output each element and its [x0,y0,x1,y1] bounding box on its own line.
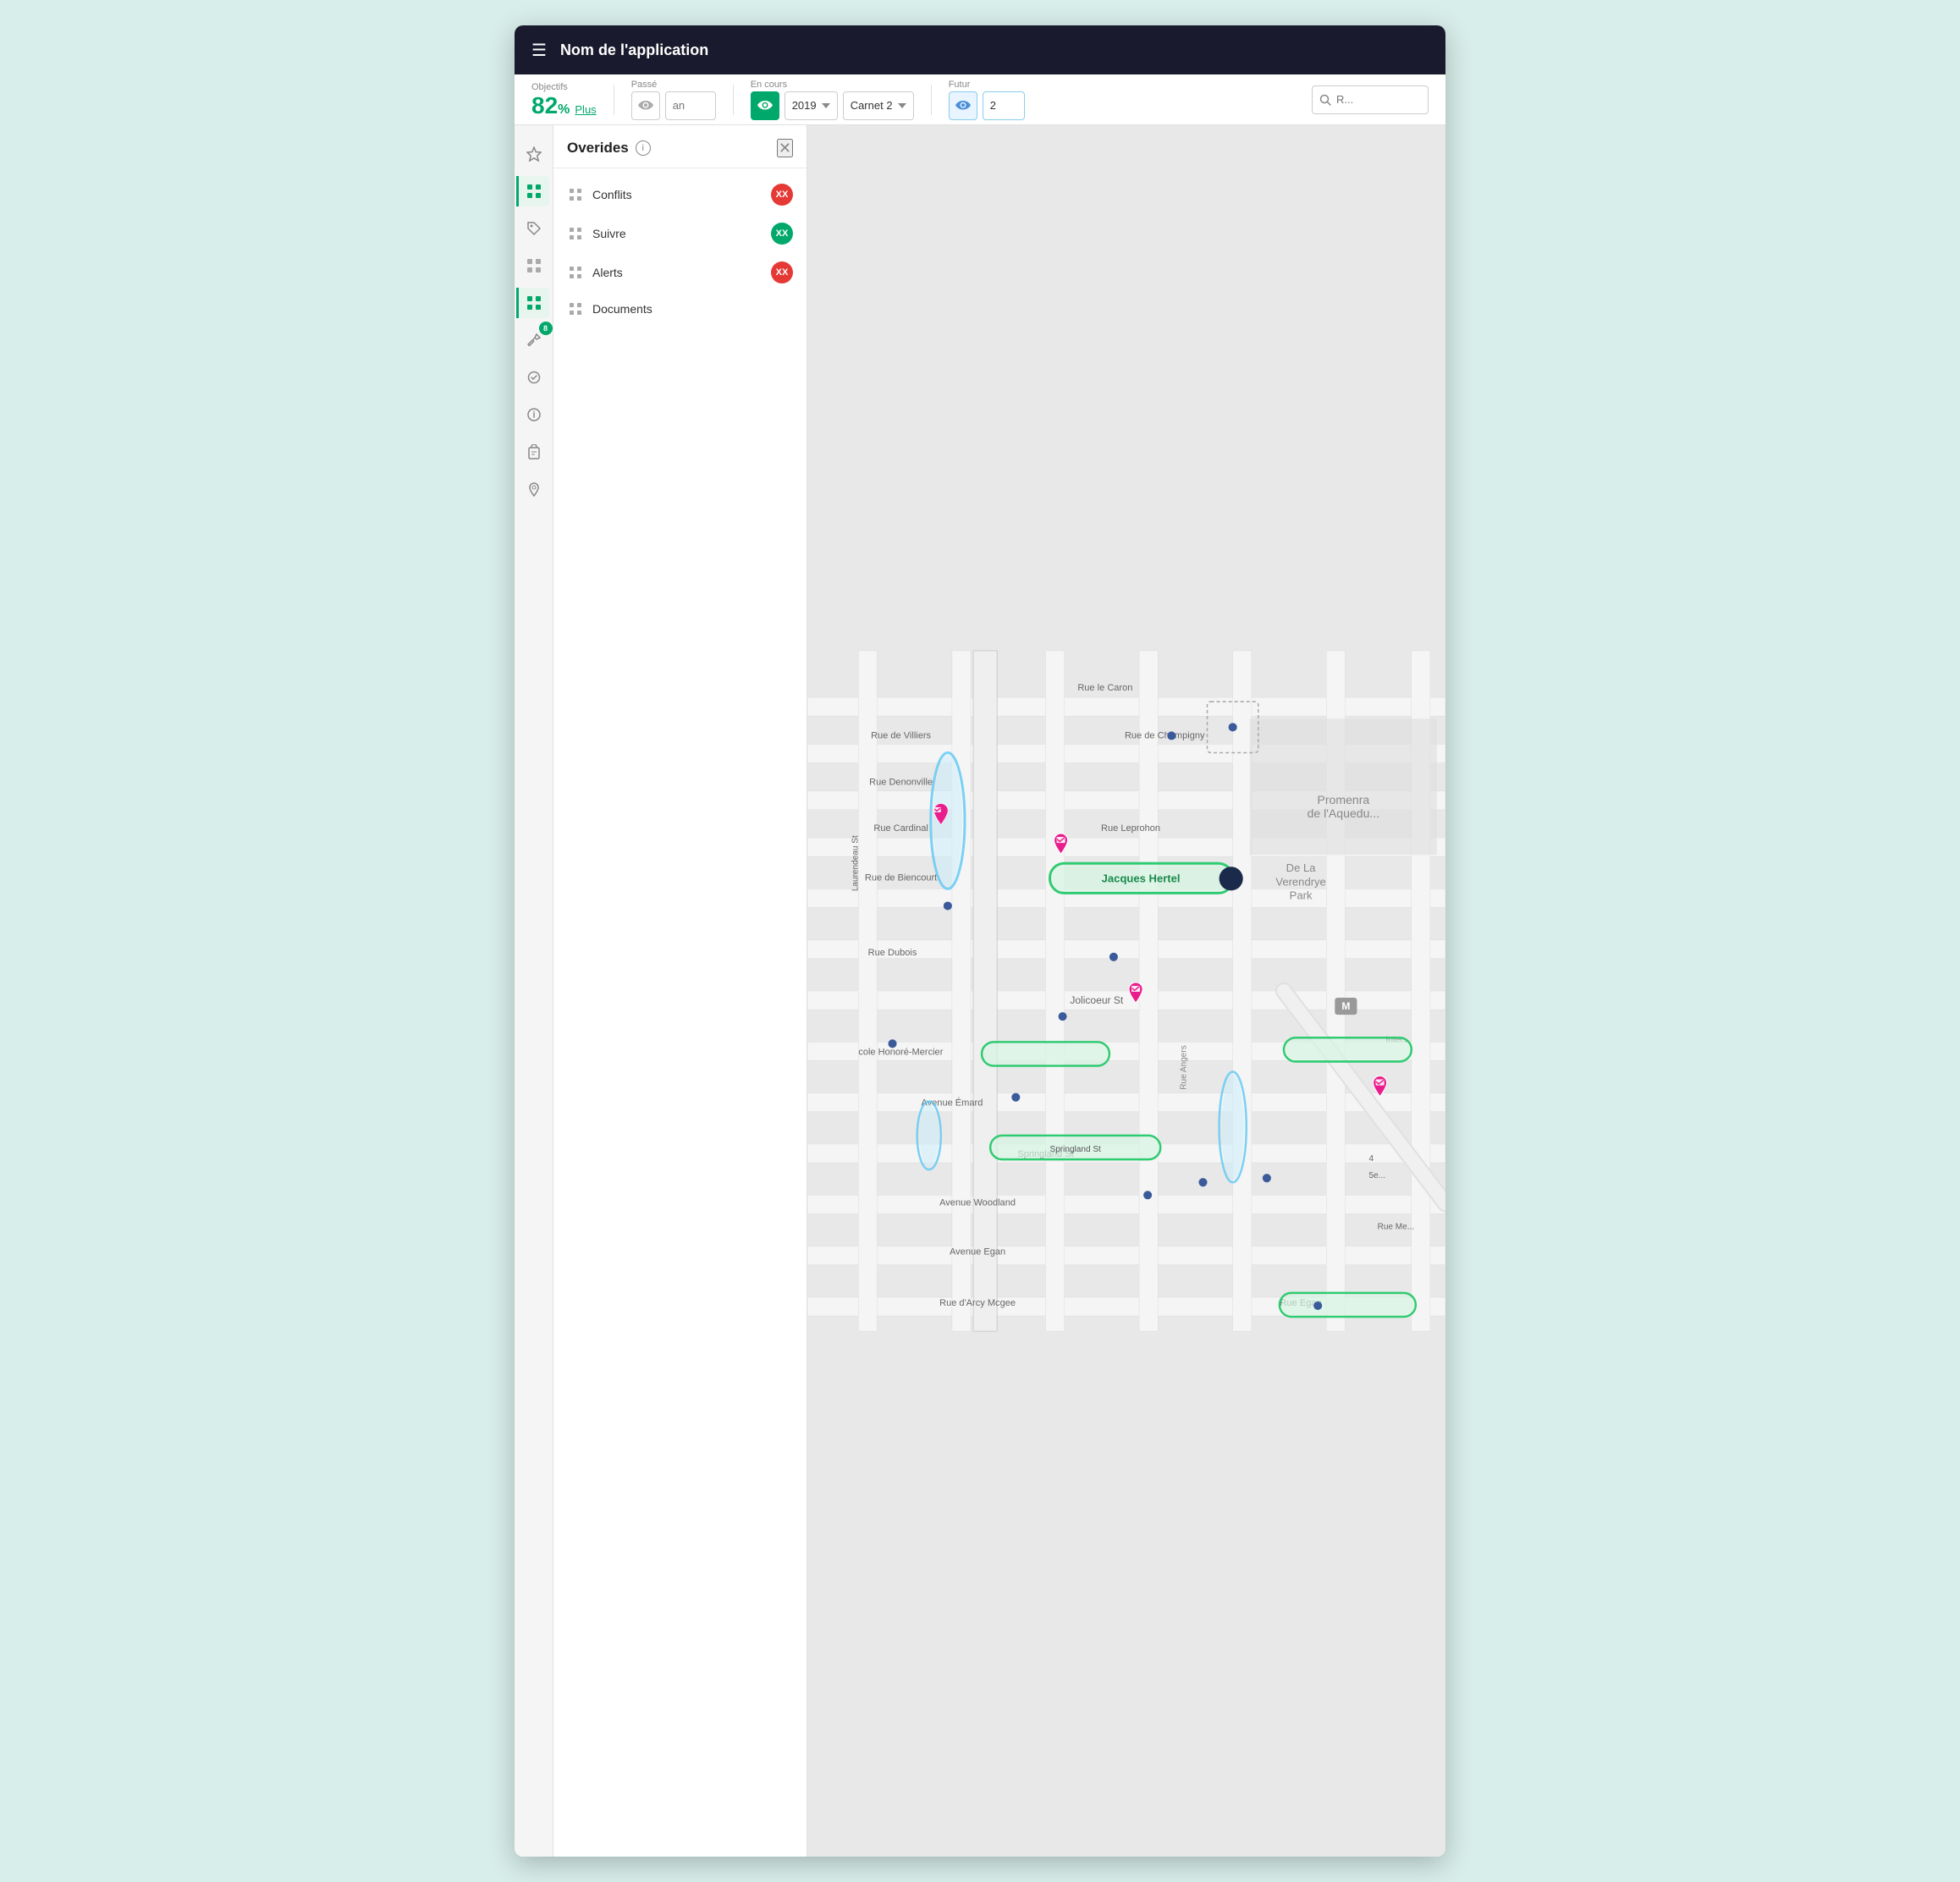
sidebar-item-icon3[interactable] [516,288,549,318]
panel-header: Overides i ✕ [553,125,807,168]
sidebar-icons: 8 [515,125,553,1857]
sidebar-item-star[interactable] [519,139,549,169]
futur-value-input[interactable] [983,91,1025,120]
svg-text:de l'Aquedu...: de l'Aquedu... [1308,806,1380,820]
search-icon [1319,94,1331,106]
svg-text:Rue Cardinal: Rue Cardinal [873,823,928,834]
en-cours-carnet-select[interactable]: Carnet 2 [843,91,914,120]
search-box [1312,85,1429,114]
svg-text:Rue le Caron: Rue le Caron [1077,683,1132,693]
svg-text:4: 4 [1369,1154,1374,1164]
svg-text:Laurendeau St: Laurendeau St [851,835,860,891]
sidebar-item-alert[interactable] [519,399,549,430]
passe-section: Passé [631,80,716,120]
svg-text:De La: De La [1286,861,1317,874]
futur-eye-button[interactable] [949,91,977,120]
svg-text:Rue Dubois: Rue Dubois [868,948,917,958]
main-content: 8 Overides i ✕ [515,125,1445,1857]
alerts-badge: XX [771,261,793,283]
map-svg: Laurendeau St Promenra de l'Aquedu... De… [807,125,1445,1857]
search-input[interactable] [1336,93,1421,106]
panel-item-suivre[interactable]: Suivre XX [553,214,807,253]
panel-item-documents[interactable]: Documents [553,292,807,326]
svg-text:Rue d'Arcy Mcgee: Rue d'Arcy Mcgee [939,1298,1016,1308]
svg-text:Avenue Egan: Avenue Egan [950,1247,1005,1257]
alerts-label: Alerts [592,266,771,279]
futur-section: Futur [949,80,1025,120]
svg-text:Jolicoeur St: Jolicoeur St [1070,994,1124,1006]
objectifs-value: 82% [531,94,570,118]
divider-3 [931,85,932,115]
objectifs-section: Objectifs 82% Plus [531,82,597,118]
alerts-icon [567,264,584,281]
passe-label: Passé [631,80,658,90]
svg-text:Jacques Hertel: Jacques Hertel [1102,872,1181,884]
objectifs-more-link[interactable]: Plus [575,103,596,116]
svg-text:Rue Angers: Rue Angers [1179,1045,1188,1090]
svg-text:Avenue Woodland: Avenue Woodland [939,1197,1016,1208]
svg-text:cole Honoré-Mercier: cole Honoré-Mercier [858,1047,943,1057]
svg-text:Rue Me...: Rue Me... [1378,1222,1415,1231]
svg-text:Rue Denonville: Rue Denonville [869,778,933,788]
svg-text:M: M [1341,1000,1350,1012]
panel-close-button[interactable]: ✕ [777,139,793,157]
conflits-badge: XX [771,184,793,206]
conflits-icon [567,186,584,203]
svg-text:5e...: 5e... [1369,1171,1386,1180]
en-cours-label: En cours [751,80,787,90]
divider-2 [733,85,734,115]
sidebar-item-icon1[interactable] [516,176,549,206]
svg-text:Rue Leprohon: Rue Leprohon [1101,823,1160,834]
svg-text:Verendrye: Verendrye [1275,875,1325,888]
toolbar: Objectifs 82% Plus Passé [515,74,1445,125]
futur-label: Futur [949,80,971,90]
sidebar-item-tag[interactable] [519,213,549,244]
hamburger-menu-button[interactable]: ☰ [531,40,547,61]
tools-badge: 8 [539,322,553,335]
panel-info-icon[interactable]: i [636,140,651,156]
svg-text:Springland St: Springland St [1050,1145,1102,1154]
sidebar-item-location[interactable] [519,362,549,393]
sidebar-item-tools[interactable]: 8 [519,325,549,355]
app-window: ☰ Nom de l'application Objectifs 82% Plu… [515,25,1445,1857]
sidebar-item-clipboard[interactable] [519,437,549,467]
svg-text:Rue de Champigny: Rue de Champigny [1125,730,1205,740]
futur-controls [949,91,1025,120]
side-panel: Overides i ✕ Conflits XX [553,125,807,1857]
documents-icon [567,300,584,317]
sidebar-item-icon2[interactable] [519,250,549,281]
svg-text:Rue de Villiers: Rue de Villiers [871,730,931,740]
en-cours-eye-button[interactable] [751,91,779,120]
passe-controls [631,91,716,120]
suivre-icon [567,225,584,242]
passe-year-input[interactable] [665,91,716,120]
svg-text:Rue de Biencourt: Rue de Biencourt [865,872,937,883]
top-nav: ☰ Nom de l'application [515,25,1445,74]
en-cours-controls: 2019 Carnet 2 [751,91,914,120]
suivre-label: Suivre [592,227,771,240]
passe-eye-button[interactable] [631,91,660,120]
objectifs-label: Objectifs [531,82,568,92]
sidebar-item-pin[interactable] [519,474,549,504]
conflits-label: Conflits [592,188,771,201]
app-title: Nom de l'application [560,41,708,59]
svg-text:Park: Park [1290,889,1313,901]
en-cours-section: En cours 2019 Carnet 2 [751,80,914,120]
icon-grid-1 [526,183,542,200]
en-cours-year-select[interactable]: 2019 [785,91,838,120]
svg-text:Promenra: Promenra [1317,793,1369,806]
panel-title: Overides [567,140,629,157]
suivre-badge: XX [771,223,793,245]
panel-item-conflits[interactable]: Conflits XX [553,175,807,214]
map-area[interactable]: Laurendeau St Promenra de l'Aquedu... De… [807,125,1445,1857]
panel-list: Conflits XX Suivre XX [553,168,807,333]
documents-label: Documents [592,302,793,316]
panel-item-alerts[interactable]: Alerts XX [553,253,807,292]
